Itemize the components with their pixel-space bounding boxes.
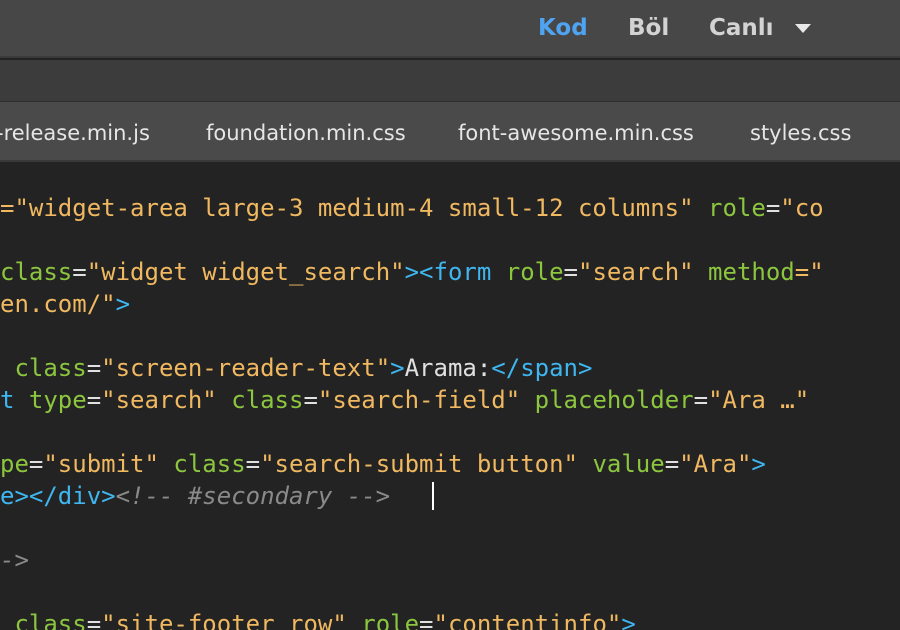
code-token: > [751,450,766,478]
code-view-button[interactable]: Kod [538,13,588,43]
code-token: placeholder [534,386,694,414]
code-editor[interactable]: ="widget-area large-3 medium-4 small-12 … [0,162,900,630]
chevron-down-icon[interactable] [795,24,811,33]
code-token: = [72,258,87,286]
code-line: pe="submit" class="search-submit button"… [0,448,900,480]
code-token: = [563,258,578,286]
code-token: -> [0,546,29,574]
code-token: type [28,386,87,414]
code-token: "contentinfo" [433,610,622,630]
file-tab-styles-css[interactable]: styles.css [750,119,851,147]
code-token: ="widget-area large-3 medium-4 small-12 … [0,194,694,222]
code-line: en.com/"> [0,288,900,320]
file-tab-release-min-js[interactable]: -release.min.js [0,119,150,147]
code-token: </span> [491,354,593,382]
related-files-bar: -release.min.js foundation.min.css font-… [0,102,900,162]
code-token: class [173,450,246,478]
code-token: "search-submit button" [260,450,578,478]
code-token: "widget widget_search" [86,258,405,286]
file-tab-font-awesome-min-css[interactable]: font-awesome.min.css [458,119,694,147]
code-token: = [664,450,680,478]
code-token: Arama: [404,354,492,382]
code-token: class [14,354,87,382]
code-token: method [708,258,795,286]
code-token: = [28,450,44,478]
code-token: <!-- #secondary --> [115,482,391,510]
code-token: "search" [578,258,694,286]
code-token: > [115,290,131,318]
code-token: e></div> [0,482,116,510]
code-token: "submit" [43,450,159,478]
code-token: > [621,610,636,630]
code-token: ><form [404,258,492,286]
code-token: = [86,610,102,630]
code-token: > [390,354,405,382]
code-token: pe [0,450,29,478]
code-token: class [231,386,304,414]
text-cursor [432,482,434,510]
code-line: t type="search" class="search-field" pla… [0,384,900,416]
code-token: role [361,610,420,630]
code-token: = [245,450,261,478]
code-token: "search-field" [317,386,521,414]
code-token: value [592,450,665,478]
split-view-button[interactable]: Böl [628,13,669,43]
code-token: class [14,610,87,630]
code-token: class [0,258,73,286]
code-token: "co [780,194,824,222]
code-token: = [303,386,318,414]
live-view-button[interactable]: Canlı [709,13,774,43]
code-line: e></div><!-- #secondary --> [0,480,900,512]
code-token: role [708,194,766,222]
code-token: = [765,194,781,222]
code-token: "search" [101,386,217,414]
code-token: = [419,610,434,630]
code-token: "Ara …" [708,386,810,414]
top-toolbar: Kod Böl Canlı [0,0,900,58]
file-tab-foundation-min-css[interactable]: foundation.min.css [206,119,406,147]
code-line: class="screen-reader-text">Arama:</span> [0,352,900,384]
code-line: class="widget widget_search"><form role=… [0,256,900,288]
code-line: class="site-footer row" role="contentinf… [0,608,900,630]
code-token: =" [794,258,824,286]
document-info-bar [0,60,900,102]
code-token: t [0,386,15,414]
code-token: role [505,258,564,286]
code-token: "screen-reader-text" [101,354,391,382]
code-token: en.com/" [0,290,116,318]
code-line: -> [0,544,900,576]
code-token: = [86,354,102,382]
code-token: = [693,386,709,414]
code-line: ="widget-area large-3 medium-4 small-12 … [0,192,900,224]
code-token: "Ara" [679,450,752,478]
code-token: "site-footer row" [101,610,347,630]
code-token: = [86,386,102,414]
